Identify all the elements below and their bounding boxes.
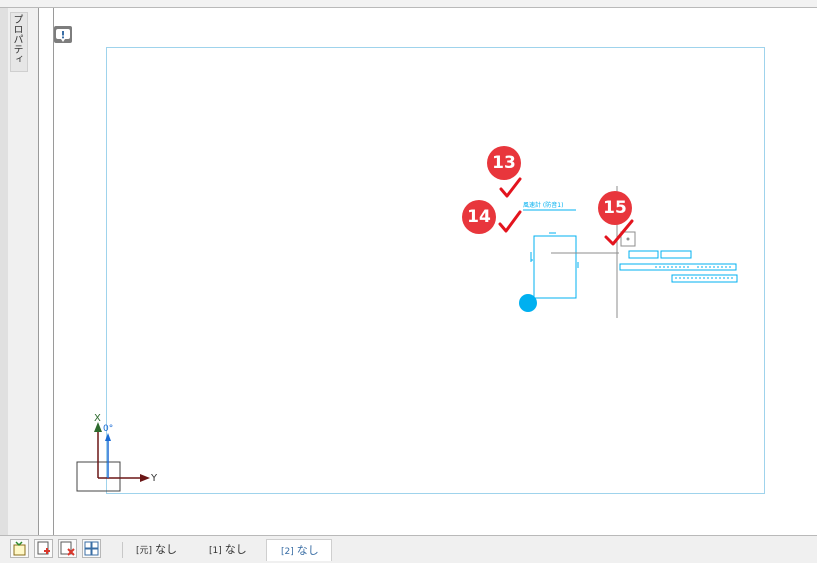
drawing-layer: 風速計 (防音1) X Y 0°	[76, 177, 738, 492]
bottom-toolbar: [元] なし [1] なし [2] なし	[0, 535, 817, 563]
delete-sheet-icon	[60, 541, 75, 556]
tab-layer-1[interactable]: [1] なし	[209, 539, 259, 561]
toolbar-separator	[122, 542, 123, 558]
callout-badge-13: 13	[487, 146, 521, 180]
sheet-list-icon	[84, 541, 99, 556]
delete-sheet-button[interactable]	[58, 539, 77, 558]
add-sheet-button[interactable]	[34, 539, 53, 558]
equipment-outline[interactable]	[533, 235, 577, 299]
angle-label: 0°	[103, 424, 113, 434]
grip-point	[626, 237, 630, 241]
field-box[interactable]	[628, 250, 659, 259]
tab-original[interactable]: [元] なし	[136, 539, 194, 561]
add-sheet-icon	[37, 541, 50, 555]
tab-label: なし	[155, 543, 178, 556]
tab-prefix: [1]	[209, 546, 222, 556]
tab-layer-2[interactable]: [2] なし	[266, 539, 332, 561]
tab-label: なし	[224, 543, 247, 556]
callout-badge-14: 14	[462, 200, 496, 234]
y-axis-label: Y	[150, 473, 158, 484]
checkmark-icon	[498, 210, 522, 233]
callout-badge-15: 15	[598, 191, 632, 225]
sheet-title-label: 風速計 (防音1)	[523, 201, 563, 209]
checkmark-icon	[499, 177, 522, 198]
angle-arrow-icon	[105, 433, 111, 441]
y-axis-arrow-icon	[140, 474, 150, 482]
symbol-dot[interactable]	[519, 294, 537, 312]
new-sheet-button[interactable]	[10, 539, 29, 558]
tab-label: なし	[296, 544, 319, 557]
new-sheet-icon	[13, 541, 26, 556]
field-box[interactable]	[660, 250, 692, 259]
sheet-list-button[interactable]	[82, 539, 101, 558]
tab-prefix: [2]	[281, 547, 294, 557]
x-axis-label: X	[94, 413, 101, 424]
tab-prefix: [元]	[136, 546, 153, 556]
